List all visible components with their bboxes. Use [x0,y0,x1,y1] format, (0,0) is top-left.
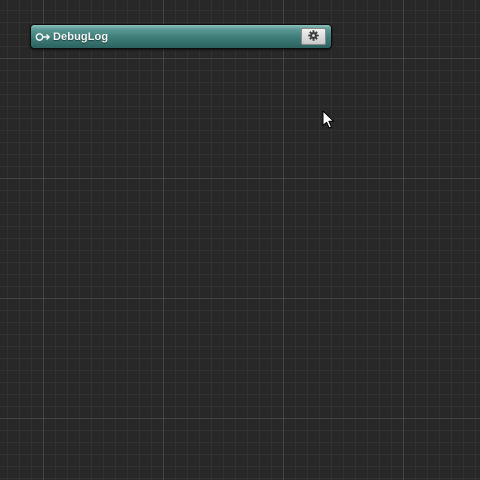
node-title: DebugLog [53,30,109,43]
mouse-pointer-icon [322,110,336,130]
gear-icon [308,28,319,46]
graph-canvas[interactable]: DebugLog [0,0,480,480]
key-arrow-icon [35,31,51,43]
node-settings-button[interactable] [301,28,326,45]
node-header[interactable]: DebugLog [31,25,331,48]
debuglog-node[interactable]: DebugLog [30,24,332,49]
